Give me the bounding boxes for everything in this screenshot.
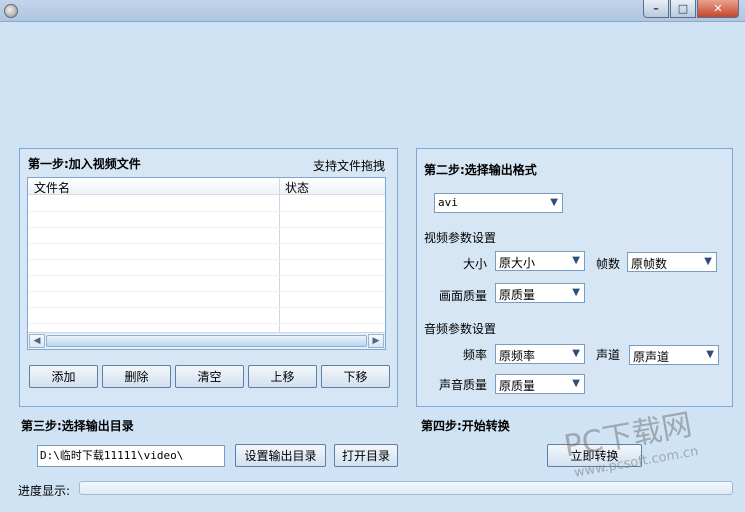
scroll-thumb[interactable] [46,335,367,347]
output-path-input[interactable]: D:\临时下载11111\video\ [37,445,225,467]
row-line [28,291,385,292]
row-line [28,323,385,324]
fps-label: 帧数 [596,257,621,271]
move-up-button[interactable]: 上移 [248,365,317,388]
chevron-down-icon: ▼ [706,349,714,360]
step2-title: 第二步:选择输出格式 [424,163,537,177]
file-list[interactable]: 文件名 状态 ◀ ▶ [27,177,386,350]
chevron-down-icon: ▼ [572,348,580,359]
title-bar: – □ ✕ [0,0,745,22]
step4-title: 第四步:开始转换 [421,419,510,433]
minimize-button[interactable]: – [643,0,669,18]
close-button[interactable]: ✕ [697,0,739,18]
row-line [28,243,385,244]
audio-quality-select[interactable]: 原质量 ▼ [495,374,585,394]
format-select[interactable]: avi ▼ [434,193,563,213]
fps-select[interactable]: 原帧数 ▼ [627,252,717,272]
audio-quality-label: 声音质量 [439,378,488,392]
window-controls: – □ ✕ [642,0,739,18]
audio-settings-label: 音频参数设置 [424,322,497,336]
delete-button[interactable]: 删除 [102,365,171,388]
maximize-button[interactable]: □ [670,0,696,18]
clear-button[interactable]: 清空 [175,365,244,388]
sample-rate-select[interactable]: 原频率 ▼ [495,344,585,364]
column-status[interactable]: 状态 [285,179,309,196]
app-icon [4,4,18,18]
column-filename[interactable]: 文件名 [34,179,70,196]
set-output-dir-button[interactable]: 设置输出目录 [235,444,326,467]
size-select[interactable]: 原大小 ▼ [495,251,585,271]
horizontal-scrollbar[interactable]: ◀ ▶ [28,332,385,349]
drag-hint: 支持文件拖拽 [313,159,386,173]
open-dir-button[interactable]: 打开目录 [334,444,398,467]
add-button[interactable]: 添加 [29,365,98,388]
file-list-header: 文件名 状态 [28,178,385,195]
row-line [28,211,385,212]
scroll-right-icon[interactable]: ▶ [368,334,384,348]
video-settings-label: 视频参数设置 [424,231,497,245]
sample-rate-label: 频率 [463,348,488,362]
picture-quality-label: 画面质量 [439,289,488,303]
move-down-button[interactable]: 下移 [321,365,390,388]
chevron-down-icon: ▼ [572,287,580,298]
chevron-down-icon: ▼ [572,255,580,266]
chevron-down-icon: ▼ [550,197,558,208]
row-line [28,227,385,228]
step1-title: 第一步:加入视频文件 [28,157,141,171]
channel-select[interactable]: 原声道 ▼ [629,345,719,365]
scroll-left-icon[interactable]: ◀ [29,334,45,348]
chevron-down-icon: ▼ [704,256,712,267]
picture-quality-select[interactable]: 原质量 ▼ [495,283,585,303]
size-label: 大小 [463,257,488,271]
step3-title: 第三步:选择输出目录 [21,419,134,433]
progress-label: 进度显示: [18,484,71,498]
row-line [28,307,385,308]
row-line [28,275,385,276]
step2-panel [416,148,733,407]
chevron-down-icon: ▼ [572,378,580,389]
channel-label: 声道 [596,348,621,362]
progress-bar [79,481,733,495]
row-line [28,259,385,260]
